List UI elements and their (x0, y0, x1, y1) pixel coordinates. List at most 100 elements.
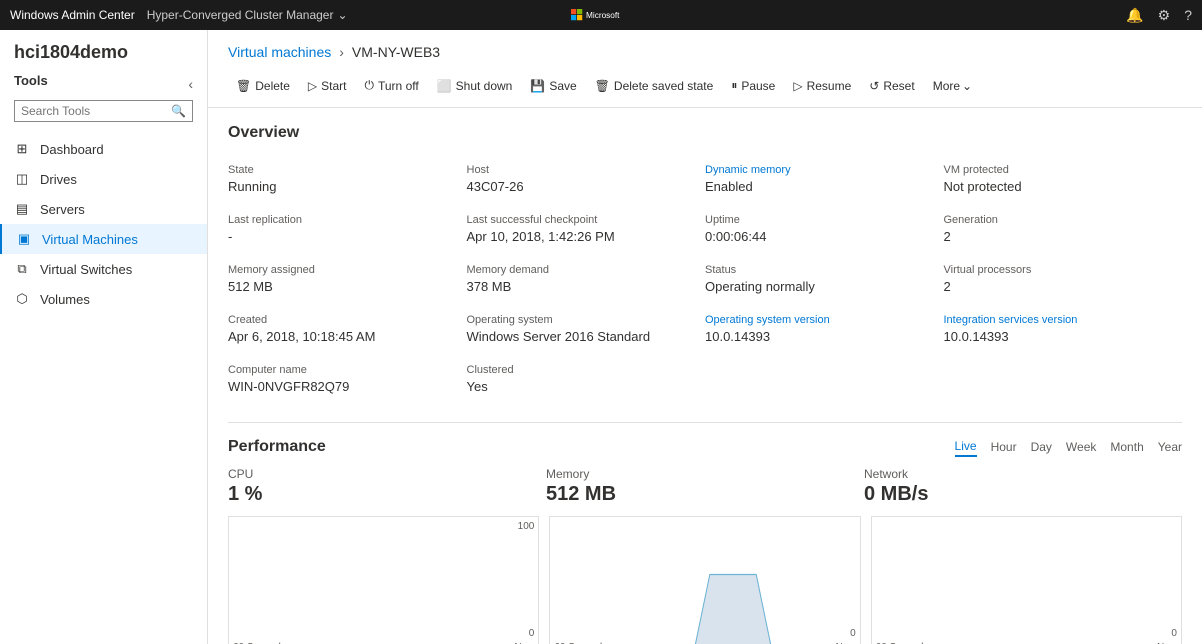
more-button[interactable]: More ⌄ (925, 75, 980, 97)
field-value: Apr 6, 2018, 10:18:45 AM (228, 329, 467, 344)
start-label: Start (321, 79, 346, 93)
network-chart: 0 60 Seconds ago Now (871, 516, 1182, 644)
field-value: 512 MB (228, 279, 467, 294)
toolbar: 🗑 Delete ▷ Start ⏻ Turn off ⬜ Shut down … (208, 70, 1202, 108)
virtual-switches-icon: ⧉ (14, 261, 30, 277)
save-label: Save (549, 79, 576, 93)
main-layout: hci1804demo Tools ‹ 🔍 ⊞ Dashboard ◫ Driv… (0, 30, 1202, 644)
drives-icon: ◫ (14, 171, 30, 187)
field-vm-protected: VM protected Not protected (944, 156, 1183, 206)
field-value: 10.0.14393 (944, 329, 1183, 344)
network-chart-svg (872, 517, 1181, 644)
field-last-replication: Last replication - (228, 206, 467, 256)
tab-hour[interactable]: Hour (991, 438, 1017, 456)
field-created: Created Apr 6, 2018, 10:18:45 AM (228, 306, 467, 356)
field-label: Virtual processors (944, 264, 1183, 276)
save-button[interactable]: 💾 Save (522, 75, 584, 97)
sidebar-collapse-icon[interactable]: ‹ (188, 76, 193, 92)
resume-button[interactable]: ▷ Resume (785, 75, 859, 97)
topbar-nav[interactable]: Hyper-Converged Cluster Manager ⌄ (147, 8, 348, 22)
settings-icon[interactable]: ⚙ (1158, 7, 1171, 24)
breadcrumb-parent[interactable]: Virtual machines (228, 44, 331, 60)
start-button[interactable]: ▷ Start (300, 75, 355, 97)
more-chevron-icon: ⌄ (962, 79, 972, 93)
overview-title: Overview (228, 124, 1182, 142)
sidebar-item-virtual-machines[interactable]: ▣ Virtual Machines (0, 224, 207, 254)
cluster-name: hci1804demo (14, 42, 193, 63)
pause-label: Pause (741, 79, 775, 93)
app-title: Windows Admin Center (10, 8, 135, 22)
cpu-metric: CPU 1 % (228, 467, 546, 506)
field-label: Memory assigned (228, 264, 467, 276)
chevron-down-icon: ⌄ (337, 8, 347, 22)
field-label: VM protected (944, 164, 1183, 176)
field-uptime: Uptime 0:00:06:44 (705, 206, 944, 256)
cpu-chart: 100 0 60 Seconds ago Now (228, 516, 539, 644)
field-label: Operating system version (705, 314, 944, 326)
sidebar-item-volumes[interactable]: ⬡ Volumes (0, 284, 207, 314)
network-label: Network (864, 467, 1182, 481)
topbar-left: Windows Admin Center Hyper-Converged Clu… (10, 8, 348, 22)
network-chart-area: 0 60 Seconds ago Now (872, 517, 1181, 644)
turn-off-label: Turn off (378, 79, 419, 93)
turn-off-button[interactable]: ⏻ Turn off (357, 74, 427, 97)
shut-down-label: Shut down (456, 79, 513, 93)
memory-value: 512 MB (546, 483, 864, 506)
sidebar-item-virtual-switches[interactable]: ⧉ Virtual Switches (0, 254, 207, 284)
tab-day[interactable]: Day (1031, 438, 1052, 456)
sidebar-header: hci1804demo Tools ‹ 🔍 (0, 30, 207, 130)
delete-saved-state-button[interactable]: 🗑 Delete saved state (587, 75, 722, 97)
tab-live[interactable]: Live (955, 437, 977, 457)
field-label: Uptime (705, 214, 944, 226)
topbar: Windows Admin Center Hyper-Converged Clu… (0, 0, 1202, 30)
tab-month[interactable]: Month (1110, 438, 1143, 456)
cpu-y-min: 0 (529, 628, 535, 639)
page-header: Virtual machines › VM-NY-WEB3 (208, 30, 1202, 60)
field-dynamic-memory: Dynamic memory Enabled (705, 156, 944, 206)
pause-button[interactable]: ⏸ Pause (723, 74, 783, 97)
field-label: Dynamic memory (705, 164, 944, 176)
delete-icon: 🗑 (236, 79, 251, 93)
field-memory-demand: Memory demand 378 MB (467, 256, 706, 306)
sidebar-item-label: Virtual Switches (40, 262, 132, 277)
svg-text:Microsoft: Microsoft (586, 11, 620, 20)
topbar-center: Microsoft (571, 8, 631, 22)
field-label: Generation (944, 214, 1183, 226)
field-value: Apr 10, 2018, 1:42:26 PM (467, 229, 706, 244)
field-os: Operating system Windows Server 2016 Sta… (467, 306, 706, 356)
search-icon: 🔍 (171, 104, 186, 118)
charts-row: 100 0 60 Seconds ago Now 0 (228, 516, 1182, 644)
breadcrumb-current: VM-NY-WEB3 (352, 44, 440, 60)
field-label: Integration services version (944, 314, 1183, 326)
field-value: Enabled (705, 179, 944, 194)
sidebar-item-drives[interactable]: ◫ Drives (0, 164, 207, 194)
sidebar-item-dashboard[interactable]: ⊞ Dashboard (0, 134, 207, 164)
cpu-y-max: 100 (518, 521, 535, 532)
shut-down-button[interactable]: ⬜ Shut down (429, 75, 521, 97)
servers-icon: ▤ (14, 201, 30, 217)
dashboard-icon: ⊞ (14, 141, 30, 157)
delete-button[interactable]: 🗑 Delete (228, 75, 298, 97)
notifications-icon[interactable]: 🔔 (1126, 7, 1143, 24)
tab-week[interactable]: Week (1066, 438, 1096, 456)
field-value: 378 MB (467, 279, 706, 294)
reset-icon: ↺ (869, 79, 879, 93)
field-value: Operating normally (705, 279, 944, 294)
perf-metrics: CPU 1 % Memory 512 MB Network 0 MB/s (228, 467, 1182, 506)
reset-button[interactable]: ↺ Reset (861, 75, 922, 97)
sidebar-item-servers[interactable]: ▤ Servers (0, 194, 207, 224)
field-label: State (228, 164, 467, 176)
virtual-machines-icon: ▣ (16, 231, 32, 247)
breadcrumb: Virtual machines › VM-NY-WEB3 (228, 44, 1182, 60)
field-label: Computer name (228, 364, 467, 376)
help-icon[interactable]: ? (1184, 7, 1192, 23)
topbar-right: 🔔 ⚙ ? (1126, 7, 1192, 24)
tab-year[interactable]: Year (1158, 438, 1182, 456)
sidebar-item-label: Drives (40, 172, 77, 187)
search-input[interactable] (21, 104, 171, 118)
pause-icon: ⏸ (731, 78, 737, 93)
sidebar: hci1804demo Tools ‹ 🔍 ⊞ Dashboard ◫ Driv… (0, 30, 208, 644)
field-state: State Running (228, 156, 467, 206)
field-os-version: Operating system version 10.0.14393 (705, 306, 944, 356)
field-label: Last successful checkpoint (467, 214, 706, 226)
